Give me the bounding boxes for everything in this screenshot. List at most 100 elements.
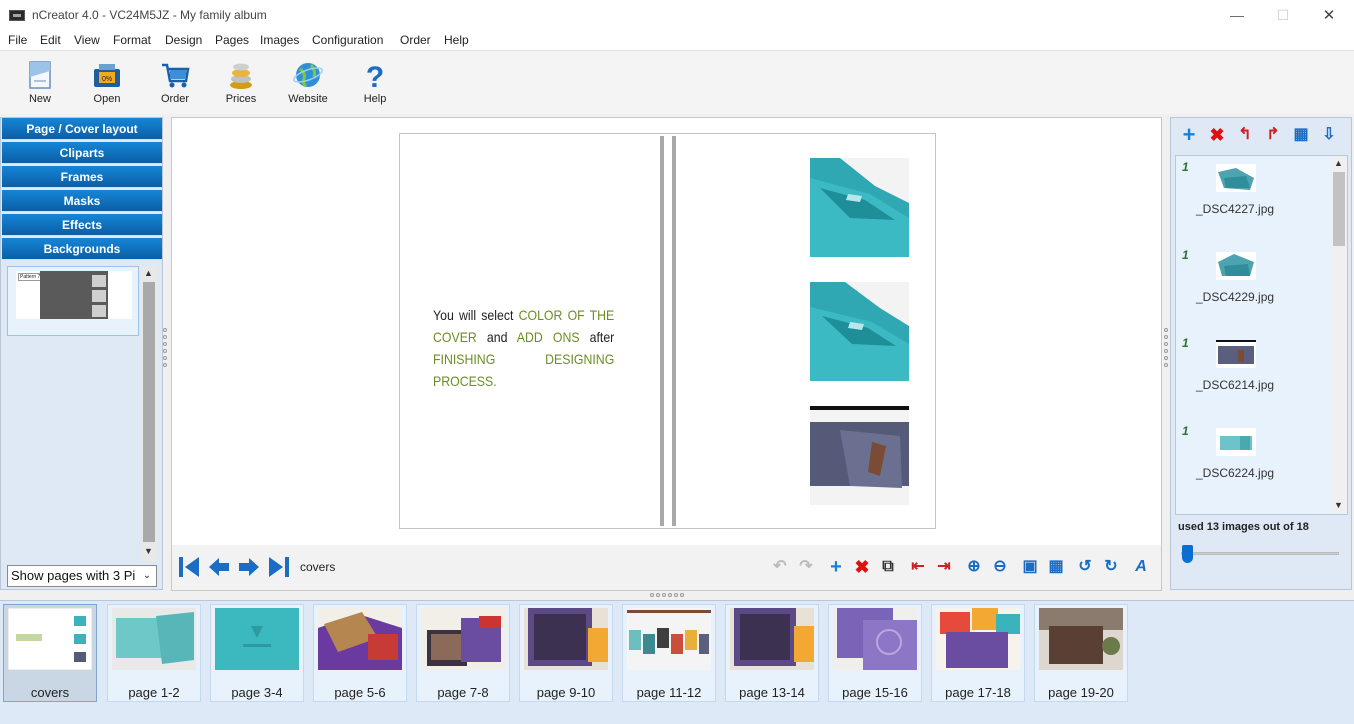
menu-configuration[interactable]: Configuration xyxy=(312,33,383,47)
image-edit-icon: ▦ xyxy=(1293,126,1309,143)
shopping-cart-icon xyxy=(159,59,191,91)
image-list-item[interactable]: 1 _DSC4227.jpg xyxy=(1176,156,1331,244)
cover-text-box[interactable]: You will select COLOR OF THE COVER and A… xyxy=(433,304,614,392)
add-images-button[interactable]: + xyxy=(1179,124,1199,146)
image-filename: _DSC6214.jpg xyxy=(1196,378,1275,392)
move-right-icon: ⇥ xyxy=(937,558,951,575)
delete-x-icon: ✖ xyxy=(1209,125,1225,145)
add-button[interactable]: + xyxy=(826,557,846,577)
menu-design[interactable]: Design xyxy=(165,33,202,47)
scroll-up-icon[interactable]: ▲ xyxy=(144,268,153,278)
remove-image-button[interactable]: ✖ xyxy=(1207,125,1227,145)
image-list-scrollbar[interactable]: ▲ ▼ xyxy=(1331,156,1347,514)
section-page-cover-layout[interactable]: Page / Cover layout xyxy=(2,118,162,140)
filmstrip-page-covers[interactable]: covers xyxy=(3,604,97,702)
delete-button[interactable]: ✖ xyxy=(852,557,872,577)
next-page-button[interactable] xyxy=(237,555,261,579)
left-splitter[interactable] xyxy=(162,328,168,380)
fit-page-button[interactable]: ▣ xyxy=(1020,557,1040,577)
section-frames[interactable]: Frames xyxy=(2,166,162,188)
zoom-in-button[interactable]: ⊕ xyxy=(964,557,984,577)
slider-handle[interactable] xyxy=(1182,545,1193,563)
edit-image-button[interactable]: ▦ xyxy=(1291,125,1311,145)
filmstrip-page-1-2[interactable]: page 1-2 xyxy=(107,604,201,702)
prices-button[interactable]: Prices xyxy=(211,57,271,113)
zoom-out-icon: ⊖ xyxy=(993,558,1007,575)
editor-panel: You will select COLOR OF THE COVER and A… xyxy=(171,117,1162,591)
section-masks[interactable]: Masks xyxy=(2,190,162,212)
image-list-item[interactable]: 1 _DSC6224.jpg xyxy=(1176,420,1331,508)
show-pages-select[interactable]: Show pages with 3 Pi ⌄ xyxy=(7,565,157,587)
usage-marker: 1 xyxy=(1182,424,1189,438)
skip-first-icon xyxy=(179,557,199,577)
section-cliparts[interactable]: Cliparts xyxy=(2,142,162,164)
cover-spread[interactable]: You will select COLOR OF THE COVER and A… xyxy=(399,133,936,529)
section-effects[interactable]: Effects xyxy=(2,214,162,236)
new-button[interactable]: New xyxy=(10,57,70,113)
help-button[interactable]: ? Help xyxy=(345,57,405,113)
svg-text:0%: 0% xyxy=(102,76,112,83)
autofill-button[interactable]: ⇩ xyxy=(1319,125,1339,145)
move-left-button[interactable]: ⇤ xyxy=(908,557,928,577)
scroll-thumb[interactable] xyxy=(1333,172,1345,246)
usage-marker: 1 xyxy=(1182,160,1189,174)
scroll-down-icon[interactable]: ▼ xyxy=(144,546,153,556)
menu-view[interactable]: View xyxy=(74,33,100,47)
move-right-button[interactable]: ⇥ xyxy=(934,557,954,577)
cover-photo[interactable] xyxy=(810,158,909,257)
filmstrip-page-11-12[interactable]: page 11-12 xyxy=(622,604,716,702)
scroll-down-icon[interactable]: ▼ xyxy=(1334,500,1343,510)
filmstrip-page-19-20[interactable]: page 19-20 xyxy=(1034,604,1128,702)
previous-page-button[interactable] xyxy=(207,555,231,579)
rotate-left-button[interactable]: ↺ xyxy=(1075,557,1095,577)
menu-edit[interactable]: Edit xyxy=(40,33,61,47)
image-list-item[interactable]: 1 _DSC4229.jpg xyxy=(1176,244,1331,332)
add-text-button[interactable]: A xyxy=(1131,557,1151,577)
menu-images[interactable]: Images xyxy=(260,33,299,47)
insert-page-button[interactable]: ⧉ xyxy=(878,557,898,577)
menu-order[interactable]: Order xyxy=(400,33,431,47)
minimize-button[interactable]: — xyxy=(1214,0,1260,30)
rotate-right-button[interactable]: ↻ xyxy=(1101,557,1121,577)
filmstrip-page-9-10[interactable]: page 9-10 xyxy=(519,604,613,702)
zoom-out-button[interactable]: ⊖ xyxy=(990,557,1010,577)
open-button[interactable]: 0% Open xyxy=(77,57,137,113)
filmstrip-page-15-16[interactable]: page 15-16 xyxy=(828,604,922,702)
maximize-button[interactable]: ☐ xyxy=(1260,0,1306,30)
redo-button[interactable]: ↷ xyxy=(796,557,816,577)
image-list-item[interactable]: 1 xyxy=(1176,508,1331,514)
filmstrip-page-17-18[interactable]: page 17-18 xyxy=(931,604,1025,702)
bottom-splitter[interactable] xyxy=(650,593,700,599)
toolbar: New 0% Open Order Prices Website ? Help xyxy=(0,50,1354,114)
filmstrip-page-13-14[interactable]: page 13-14 xyxy=(725,604,819,702)
filmstrip-page-7-8[interactable]: page 7-8 xyxy=(416,604,510,702)
preview-button[interactable]: ▦ xyxy=(1046,557,1066,577)
order-button[interactable]: Order xyxy=(145,57,205,113)
section-backgrounds[interactable]: Backgrounds xyxy=(2,238,162,260)
menu-format[interactable]: Format xyxy=(113,33,151,47)
rotate-image-right-button[interactable]: ↱ xyxy=(1263,125,1283,145)
menu-file[interactable]: File xyxy=(8,33,27,47)
scroll-thumb[interactable] xyxy=(143,282,155,542)
image-list-item[interactable]: 1 _DSC6214.jpg xyxy=(1176,332,1331,420)
cover-photo[interactable] xyxy=(810,406,909,505)
spine-line xyxy=(672,136,676,526)
filmstrip-page-3-4[interactable]: page 3-4 xyxy=(210,604,304,702)
usage-marker: 1 xyxy=(1182,248,1189,262)
last-page-button[interactable] xyxy=(267,555,291,579)
right-splitter[interactable] xyxy=(1163,328,1169,380)
cover-photo[interactable] xyxy=(810,282,909,381)
scroll-up-icon[interactable]: ▲ xyxy=(1334,158,1343,168)
close-button[interactable]: ✕ xyxy=(1306,0,1352,30)
website-button[interactable]: Website xyxy=(278,57,338,113)
move-left-icon: ⇤ xyxy=(911,558,925,575)
undo-button[interactable]: ↶ xyxy=(770,557,790,577)
rotate-image-left-button[interactable]: ↰ xyxy=(1235,125,1255,145)
menu-pages[interactable]: Pages xyxy=(215,33,249,47)
layout-thumbnail[interactable]: Pattern 74 xyxy=(7,266,139,336)
filmstrip-page-5-6[interactable]: page 5-6 xyxy=(313,604,407,702)
thumbnail-size-slider[interactable] xyxy=(1181,552,1339,555)
menu-help[interactable]: Help xyxy=(444,33,469,47)
left-scrollbar[interactable]: ▲ ▼ xyxy=(141,266,157,562)
first-page-button[interactable] xyxy=(177,555,201,579)
